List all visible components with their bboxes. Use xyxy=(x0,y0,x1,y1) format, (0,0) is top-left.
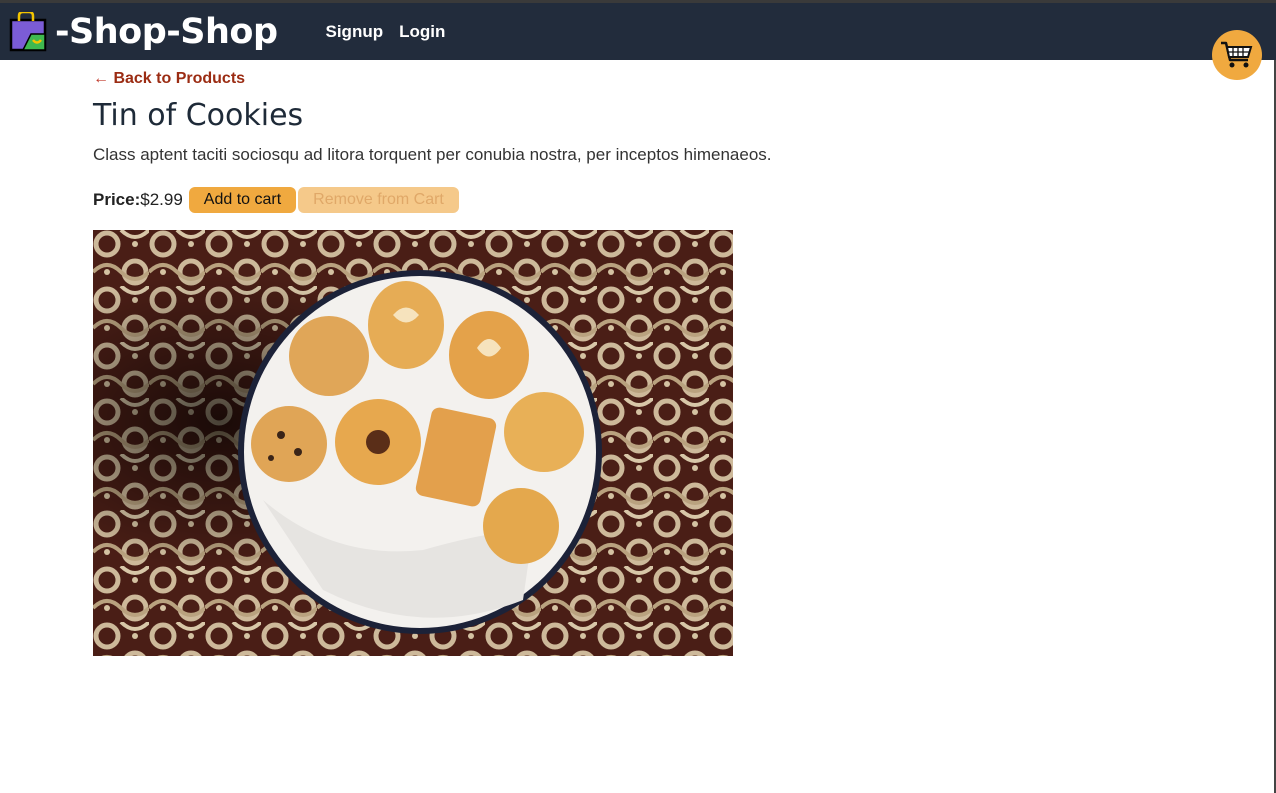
price-row: Price: $2.99 Add to cart Remove from Car… xyxy=(93,187,459,213)
brand[interactable]: -Shop-Shop xyxy=(9,11,278,52)
price-label: Price: xyxy=(93,190,141,209)
product-description: Class aptent taciti sociosqu ad litora t… xyxy=(93,145,772,164)
back-arrow-icon: ← xyxy=(93,70,109,87)
price-value: $2.99 xyxy=(140,190,183,209)
back-link-label: Back to Products xyxy=(113,70,246,87)
add-to-cart-button[interactable]: Add to cart xyxy=(188,187,297,213)
cart-button[interactable] xyxy=(1212,30,1262,80)
remove-from-cart-button[interactable]: Remove from Cart xyxy=(298,187,459,213)
signup-link[interactable]: Signup xyxy=(326,22,384,42)
back-to-products-link[interactable]: ← Back to Products xyxy=(93,70,245,88)
brand-title: -Shop-Shop xyxy=(55,11,278,52)
auth-nav: Signup Login xyxy=(326,22,446,42)
shopping-bag-icon xyxy=(9,11,47,51)
cookie-tin-photo xyxy=(93,230,733,656)
product-image xyxy=(93,230,733,656)
login-link[interactable]: Login xyxy=(399,22,445,42)
product-title: Tin of Cookies xyxy=(93,98,304,133)
site-header: -Shop-Shop Signup Login xyxy=(0,3,1276,60)
shopping-cart-icon xyxy=(1221,41,1253,68)
product-page: -Shop-Shop Signup Login ← Back to Produc… xyxy=(0,0,1276,793)
